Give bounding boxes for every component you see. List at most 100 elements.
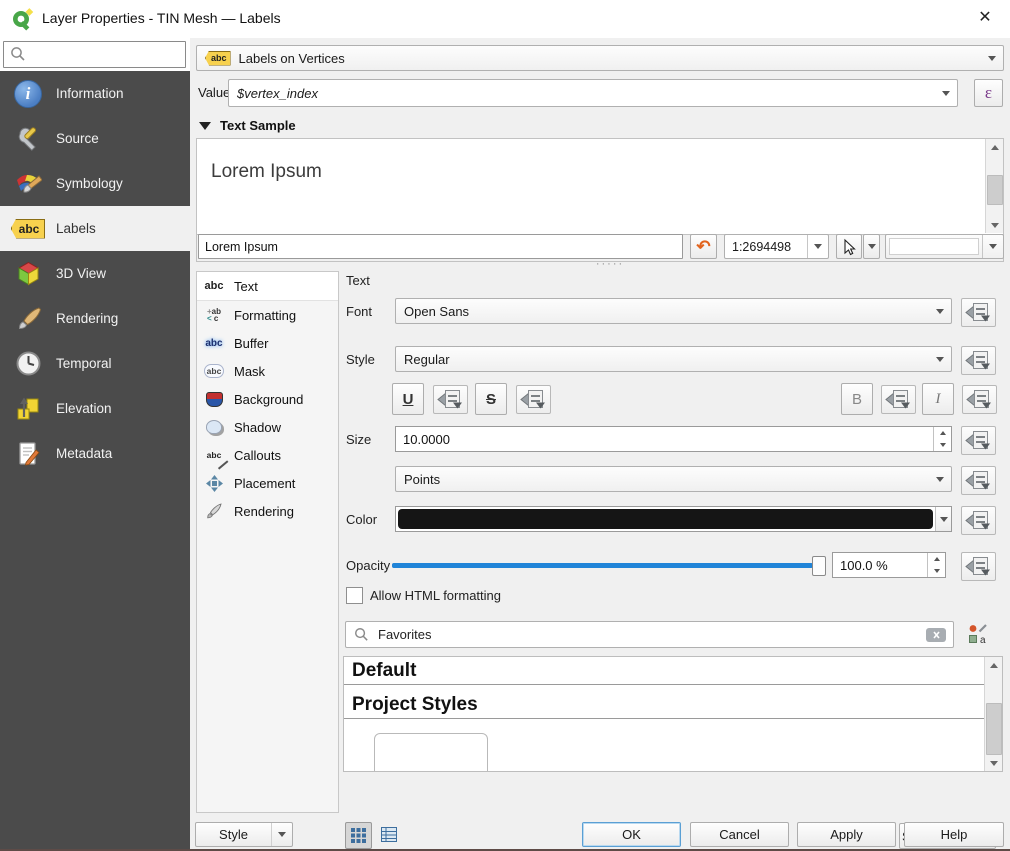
layer-properties-dialog: Layer Properties - TIN Mesh — Labels ✕ i… xyxy=(0,0,1010,851)
data-defined-override-bold-button[interactable] xyxy=(881,385,916,414)
preview-scrollbar[interactable] xyxy=(985,139,1003,233)
sidebar-item-elevation[interactable]: Elevation xyxy=(0,386,190,431)
spinner-buttons[interactable] xyxy=(933,427,951,451)
style-browser-list[interactable]: Default Project Styles xyxy=(343,656,1003,772)
data-defined-override-style-button[interactable] xyxy=(961,346,996,375)
tab-buffer[interactable]: abc Buffer xyxy=(197,329,338,357)
buffer-icon: abc xyxy=(202,332,226,354)
tab-label: Shadow xyxy=(234,420,281,435)
close-button[interactable]: ✕ xyxy=(968,4,1002,32)
expression-builder-button[interactable]: ε xyxy=(974,79,1003,107)
icon-view-button[interactable] xyxy=(345,822,372,849)
data-defined-override-color-button[interactable] xyxy=(961,506,996,535)
bold-button[interactable]: B xyxy=(841,383,873,415)
preview-text: Lorem Ipsum xyxy=(211,161,322,183)
size-spinbox[interactable]: 10.0000 xyxy=(395,426,952,452)
scrollbar-thumb[interactable] xyxy=(986,703,1002,755)
style-preview-card[interactable] xyxy=(374,733,488,772)
sidebar-item-rendering[interactable]: Rendering xyxy=(0,296,190,341)
spin-up-icon[interactable] xyxy=(928,553,945,565)
chevron-down-icon xyxy=(271,823,292,846)
properties-sidebar: i Information Source xyxy=(0,71,190,851)
tab-mask[interactable]: abc Mask xyxy=(197,357,338,385)
data-defined-override-underline-button[interactable] xyxy=(433,385,468,414)
text-sample-header[interactable]: Text Sample xyxy=(199,118,296,133)
color-button[interactable] xyxy=(395,506,952,532)
sidebar-item-3d-view[interactable]: 3D View xyxy=(0,251,190,296)
sidebar-item-source[interactable]: Source xyxy=(0,116,190,161)
allow-html-checkbox[interactable] xyxy=(346,587,363,604)
preview-scale-combobox[interactable]: 1:2694498 xyxy=(724,234,829,259)
cancel-button[interactable]: Cancel xyxy=(690,822,789,847)
reset-sample-button[interactable]: ↶ xyxy=(690,234,717,259)
sidebar-item-information[interactable]: i Information xyxy=(0,71,190,116)
tab-rendering[interactable]: Rendering xyxy=(197,497,338,525)
strikethrough-button[interactable]: S xyxy=(475,383,507,415)
tab-placement[interactable]: Placement xyxy=(197,469,338,497)
style-group-default: Default xyxy=(344,657,984,685)
size-unit-combobox[interactable]: Points xyxy=(395,466,952,492)
tab-formatting[interactable]: +ab< c Formatting xyxy=(197,301,338,329)
size-label: Size xyxy=(346,432,371,447)
callouts-icon: abc xyxy=(202,444,226,466)
data-defined-override-strikethrough-button[interactable] xyxy=(516,385,551,414)
map-tool-button[interactable] xyxy=(836,234,862,259)
list-view-icon xyxy=(381,827,397,842)
sidebar-item-label: 3D View xyxy=(56,266,106,281)
color-dropdown-icon[interactable] xyxy=(935,507,951,531)
help-button[interactable]: Help xyxy=(904,822,1004,847)
tab-text[interactable]: abc Text xyxy=(197,272,338,301)
italic-button[interactable]: I xyxy=(922,383,954,415)
label-mode-combobox[interactable]: abc Labels on Vertices xyxy=(196,45,1004,71)
information-icon: i xyxy=(13,79,43,109)
scroll-up-icon[interactable] xyxy=(985,657,1002,673)
tab-callouts[interactable]: abc Callouts xyxy=(197,441,338,469)
splitter-handle[interactable]: ····· xyxy=(580,261,640,267)
list-view-button[interactable] xyxy=(376,822,401,847)
sample-text-input[interactable] xyxy=(198,234,683,259)
sidebar-item-temporal[interactable]: Temporal xyxy=(0,341,190,386)
sidebar-item-metadata[interactable]: Metadata xyxy=(0,431,190,476)
sidebar-item-symbology[interactable]: Symbology xyxy=(0,161,190,206)
spin-up-icon[interactable] xyxy=(934,427,951,439)
text-sample-preview: Lorem Ipsum xyxy=(197,139,1003,235)
data-defined-override-unit-button[interactable] xyxy=(961,466,996,495)
background-color-combobox[interactable] xyxy=(885,234,1004,259)
sidebar-search-input[interactable] xyxy=(3,41,186,68)
scroll-down-icon[interactable] xyxy=(985,755,1002,771)
data-defined-icon xyxy=(437,389,464,410)
ok-button[interactable]: OK xyxy=(582,822,681,847)
clear-filter-icon[interactable] xyxy=(925,627,947,643)
value-expression-combobox[interactable]: $vertex_index xyxy=(228,79,958,107)
data-defined-override-size-button[interactable] xyxy=(961,426,996,455)
map-tool-dropdown-button[interactable] xyxy=(863,234,880,259)
style-combobox[interactable]: Regular xyxy=(395,346,952,372)
spinner-buttons[interactable] xyxy=(927,553,945,577)
tab-label: Buffer xyxy=(234,336,268,351)
placement-icon xyxy=(202,472,226,494)
sidebar-item-label: Symbology xyxy=(56,176,123,191)
slider-handle[interactable] xyxy=(812,556,826,576)
sidebar-item-label: Source xyxy=(56,131,99,146)
style-filter-combobox[interactable]: Favorites xyxy=(345,621,954,648)
opacity-slider[interactable] xyxy=(392,555,826,575)
data-defined-icon xyxy=(520,389,547,410)
tab-background[interactable]: Background xyxy=(197,385,338,413)
sidebar-item-labels[interactable]: abc Labels xyxy=(0,206,190,251)
tab-shadow[interactable]: Shadow xyxy=(197,413,338,441)
opacity-spinbox[interactable]: 100.0 % xyxy=(832,552,946,578)
scrollbar-thumb[interactable] xyxy=(987,175,1003,205)
style-manager-button[interactable]: a xyxy=(967,623,991,647)
scroll-down-icon[interactable] xyxy=(986,217,1003,233)
data-defined-override-font-button[interactable] xyxy=(961,298,996,327)
apply-button[interactable]: Apply xyxy=(797,822,896,847)
spin-down-icon[interactable] xyxy=(928,565,945,577)
style-menu-button[interactable]: Style xyxy=(195,822,293,847)
underline-button[interactable]: U xyxy=(392,383,424,415)
data-defined-override-italic-button[interactable] xyxy=(962,385,997,414)
scroll-up-icon[interactable] xyxy=(986,139,1003,155)
styles-scrollbar[interactable] xyxy=(984,657,1002,771)
font-combobox[interactable]: Open Sans xyxy=(395,298,952,324)
data-defined-override-opacity-button[interactable] xyxy=(961,552,996,581)
spin-down-icon[interactable] xyxy=(934,439,951,451)
